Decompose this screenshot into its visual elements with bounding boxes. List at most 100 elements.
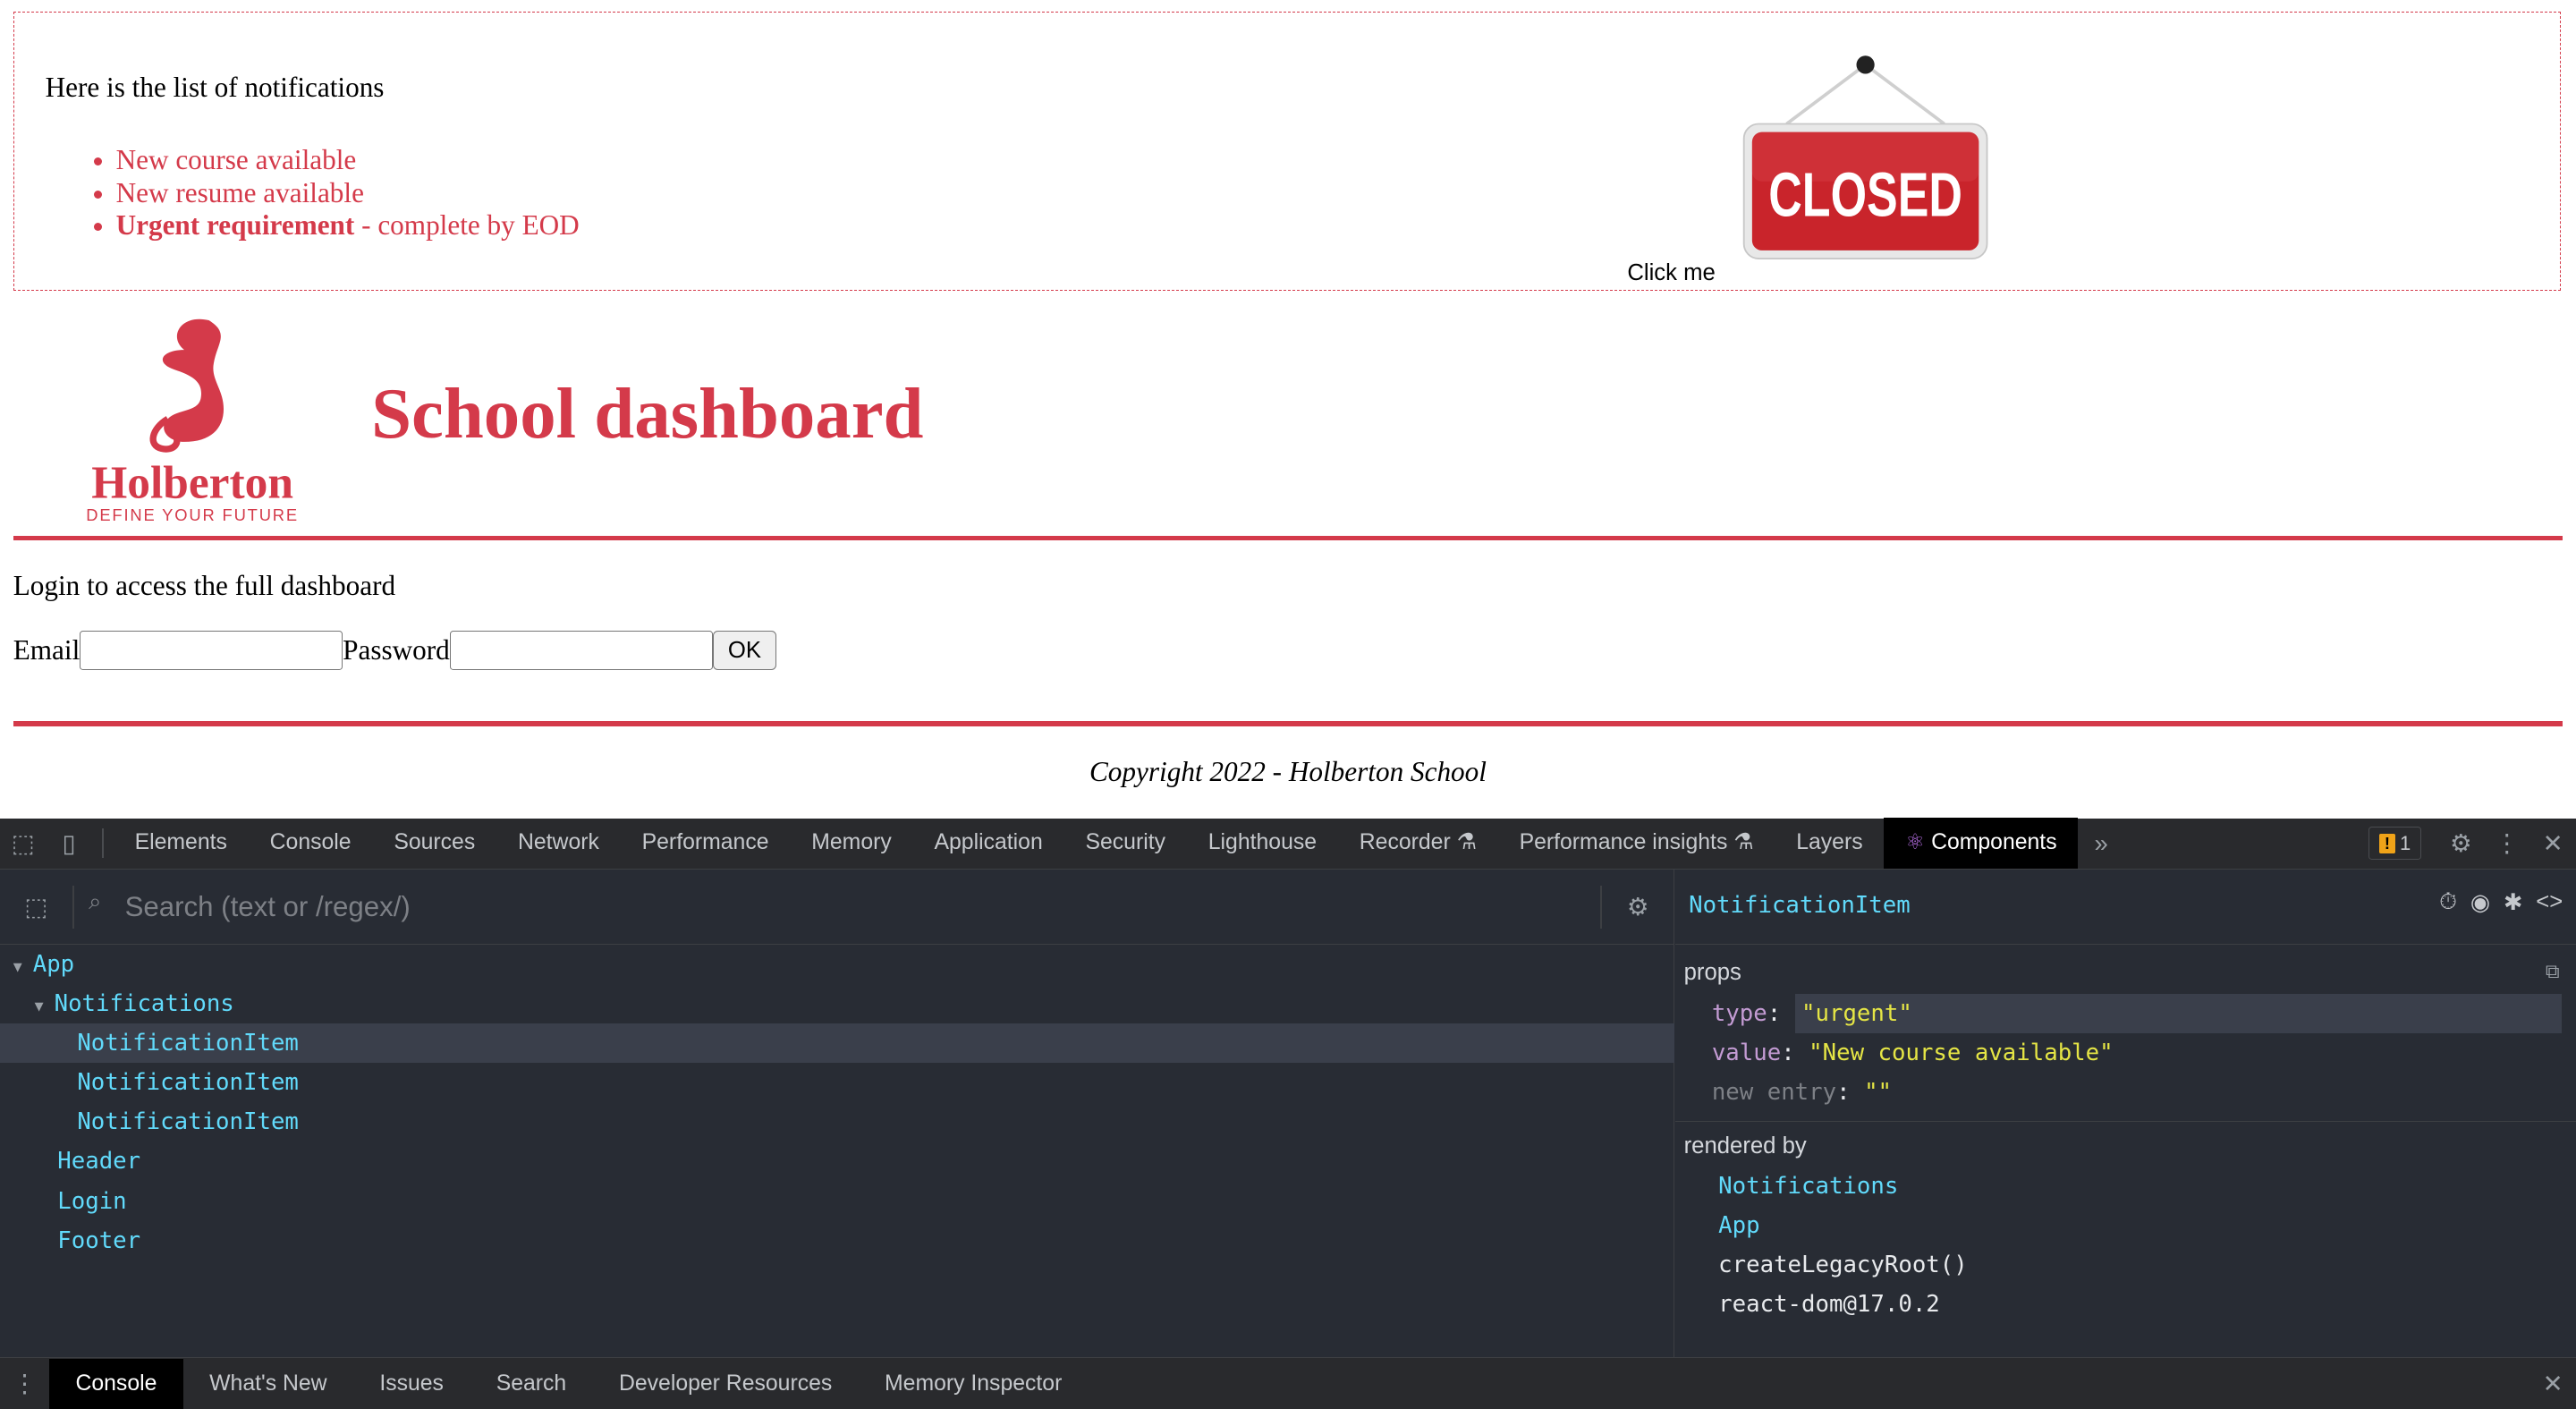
drawer-tab-memory-inspector[interactable]: Memory Inspector — [859, 1359, 1089, 1409]
tree-node-login[interactable]: Login — [0, 1182, 1674, 1221]
inspect-eye-icon[interactable]: ◉ — [2470, 889, 2490, 916]
prop-row-type[interactable]: type: "urgent" — [1711, 994, 2563, 1034]
logo-wordmark: Holberton — [91, 458, 293, 509]
drawer-close-icon[interactable]: ✕ — [2530, 1359, 2576, 1409]
close-icon[interactable]: ✕ — [2530, 818, 2576, 869]
prop-value[interactable]: "New course available" — [1809, 1040, 2113, 1066]
rendered-by-notifications[interactable]: Notifications — [1718, 1167, 1898, 1206]
react-icon: ⚛ — [1905, 830, 1925, 855]
page-title: School dashboard — [371, 373, 924, 454]
more-tabs-chevron-icon[interactable]: » — [2078, 818, 2123, 869]
device-toolbar-icon[interactable]: ▯ — [46, 818, 91, 869]
drawer-tab-developer-resources[interactable]: Developer Resources — [593, 1359, 859, 1409]
expand-caret-icon[interactable]: ▼ — [13, 947, 33, 987]
holberton-logo: Holberton DEFINE YOUR FUTURE — [86, 318, 297, 524]
tab-network[interactable]: Network — [496, 818, 621, 869]
rendered-by-app[interactable]: App — [1718, 1206, 1759, 1245]
tree-node-header[interactable]: Header — [0, 1142, 1674, 1181]
devtools-drawer: ⋮ Console What's New Issues Search Devel… — [0, 1357, 2576, 1409]
tree-node-notificationitem[interactable]: NotificationItem — [0, 1063, 1674, 1102]
devtools-panel: ⬚ ▯ Elements Console Sources Network Per… — [0, 818, 2576, 1409]
search-separator — [1599, 885, 1602, 929]
tab-components[interactable]: ⚛ Components — [1884, 818, 2079, 870]
tree-settings-gear-icon[interactable]: ⚙ — [1614, 882, 1660, 931]
prop-colon: : — [1767, 1000, 1795, 1028]
notification-text: New course available — [115, 143, 357, 175]
prop-key: type — [1711, 1000, 1767, 1028]
drawer-tab-search[interactable]: Search — [470, 1359, 592, 1409]
tree-node-label: Login — [57, 1187, 127, 1215]
tab-application[interactable]: Application — [913, 818, 1064, 869]
tab-lighthouse[interactable]: Lighthouse — [1187, 818, 1338, 869]
suspend-timer-icon[interactable]: ⏱ — [2439, 889, 2457, 916]
drawer-tab-issues[interactable]: Issues — [353, 1359, 470, 1409]
tab-elements[interactable]: Elements — [114, 818, 249, 869]
drawer-menu-icon[interactable]: ⋮ — [0, 1359, 49, 1409]
select-element-icon[interactable]: ⬚ — [13, 882, 59, 931]
tab-components-label: Components — [1931, 830, 2057, 855]
tree-node-footer[interactable]: Footer — [0, 1221, 1674, 1260]
log-bug-icon[interactable]: ✱ — [2504, 889, 2523, 916]
click-me-button[interactable]: Click me — [1627, 260, 1716, 286]
tab-console[interactable]: Console — [249, 818, 373, 869]
tree-node-notificationitem[interactable]: NotificationItem — [0, 1023, 1674, 1064]
tree-node-label: NotificationItem — [77, 1030, 299, 1057]
ok-button[interactable]: OK — [712, 631, 777, 671]
tab-recorder[interactable]: Recorder ⚗ — [1338, 818, 1498, 869]
email-field[interactable] — [80, 631, 343, 671]
issues-badge[interactable]: ! 1 — [2368, 827, 2422, 860]
issues-count: 1 — [2400, 831, 2411, 854]
notification-item-urgent[interactable]: Urgent requirement - complete by EOD — [116, 209, 580, 242]
closed-sign-close-icon[interactable]: CLOSED — [1731, 48, 1994, 265]
component-tree: ▼ App ▼ Notifications NotificationItem Not… — [0, 945, 1674, 1260]
tab-layers[interactable]: Layers — [1775, 818, 1884, 869]
prop-value-editor[interactable]: "urgent" — [1794, 994, 2563, 1034]
notification-text: - complete by EOD — [354, 209, 580, 242]
warning-icon: ! — [2379, 833, 2395, 853]
header-divider — [13, 535, 2563, 541]
component-search-bar: ⬚ ⌕ ⚙ — [0, 870, 1674, 946]
tree-node-notificationitem[interactable]: NotificationItem — [0, 1102, 1674, 1142]
footer-divider — [13, 721, 2563, 726]
tab-security[interactable]: Security — [1064, 818, 1187, 869]
tree-node-notifications[interactable]: ▼ Notifications — [0, 984, 1674, 1023]
tree-node-label: App — [32, 951, 75, 979]
app-page: Here is the list of notifications New co… — [0, 0, 2576, 819]
tree-node-app[interactable]: ▼ App — [0, 945, 1674, 984]
tree-node-label: Notifications — [54, 990, 234, 1018]
prop-key[interactable]: new entry — [1712, 1079, 1836, 1106]
prop-colon: : — [1836, 1079, 1865, 1107]
login-form: Email Password OK — [13, 631, 777, 671]
tree-node-label: Footer — [57, 1227, 141, 1254]
kebab-menu-icon[interactable]: ⋮ — [2484, 818, 2529, 869]
expand-caret-icon[interactable]: ▼ — [35, 987, 55, 1026]
tab-performance[interactable]: Performance — [621, 818, 791, 869]
search-icon: ⌕ — [89, 888, 102, 914]
copy-props-icon[interactable]: ⧉ — [2546, 960, 2560, 983]
view-source-icon[interactable]: <> — [2536, 889, 2563, 916]
drawer-tab-whats-new[interactable]: What's New — [183, 1359, 353, 1409]
component-search-input[interactable] — [124, 890, 1571, 924]
props-inspector-pane: NotificationItem ⏱ ◉ ✱ <> props ⧉ type: … — [1675, 869, 2576, 1358]
password-field[interactable] — [449, 631, 713, 671]
prop-row-value[interactable]: value: "New course available" — [1712, 1033, 2114, 1073]
inspector-header: NotificationItem ⏱ ◉ ✱ <> — [1675, 870, 2576, 946]
prop-row-new-entry[interactable]: new entry: "" — [1712, 1073, 1892, 1112]
inspect-element-icon[interactable]: ⬚ — [0, 818, 46, 869]
notifications-panel: Here is the list of notifications New co… — [13, 11, 2562, 292]
notification-item[interactable]: New course available — [116, 144, 580, 177]
tree-node-label: NotificationItem — [77, 1069, 299, 1097]
flask-icon: ⚗ — [1456, 830, 1477, 855]
prop-value[interactable]: "" — [1864, 1079, 1892, 1106]
tab-performance-insights[interactable]: Performance insights ⚗ — [1498, 818, 1775, 869]
tab-memory[interactable]: Memory — [790, 818, 912, 869]
email-label: Email — [13, 634, 80, 666]
settings-gear-icon[interactable]: ⚙ — [2438, 818, 2484, 869]
drawer-tab-console[interactable]: Console — [49, 1358, 183, 1409]
notification-item[interactable]: New resume available — [116, 177, 580, 210]
tab-sources[interactable]: Sources — [372, 818, 496, 869]
notification-urgent-label: Urgent requirement — [115, 209, 355, 242]
toolbar-separator — [101, 828, 104, 859]
props-section-label: props — [1683, 959, 1741, 985]
tree-node-label: Header — [57, 1148, 141, 1176]
